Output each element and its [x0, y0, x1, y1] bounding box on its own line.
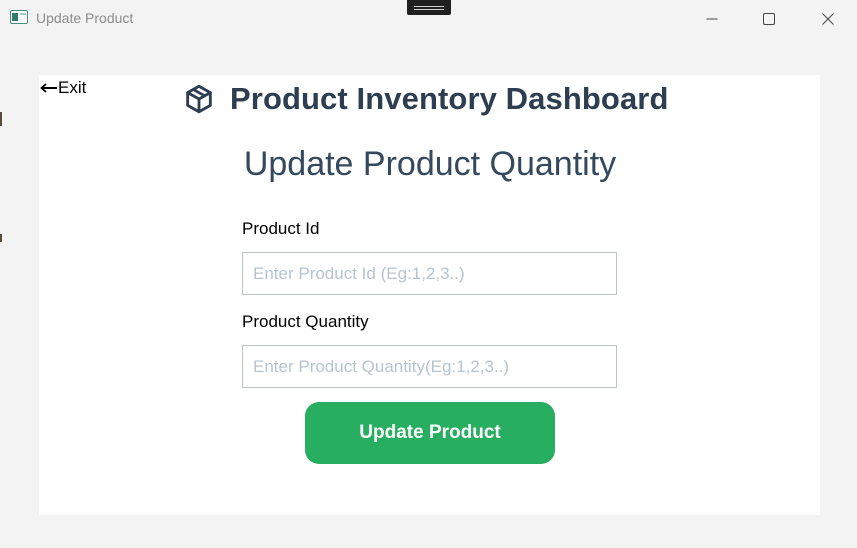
exit-link[interactable]: Exit: [40, 78, 86, 98]
background-edge: [0, 112, 2, 126]
dashboard-header: Product Inventory Dashboard: [182, 80, 669, 118]
update-product-button[interactable]: Update Product: [305, 402, 555, 464]
app-window-icon: [10, 10, 28, 24]
background-edge: [0, 234, 2, 242]
product-quantity-label: Product Quantity: [242, 312, 369, 331]
close-button[interactable]: [800, 0, 856, 37]
maximize-icon: [763, 12, 775, 25]
window-title: Update Product: [36, 10, 134, 26]
maximize-button[interactable]: [741, 0, 797, 37]
page-title: Update Product Quantity: [243, 145, 617, 183]
close-icon: [822, 12, 834, 25]
product-quantity-input[interactable]: [242, 345, 617, 388]
package-box-icon: [186, 84, 212, 114]
dashboard-title: Product Inventory Dashboard: [230, 81, 669, 116]
product-id-label: Product Id: [242, 219, 320, 238]
snap-layout-handle[interactable]: [407, 0, 451, 15]
minimize-button[interactable]: [684, 0, 740, 37]
product-id-input[interactable]: [242, 252, 617, 295]
exit-label: Exit: [58, 78, 87, 97]
arrow-left-icon: [40, 83, 57, 93]
title-bar[interactable]: Update Product: [0, 0, 857, 37]
minimize-icon: [706, 18, 718, 19]
